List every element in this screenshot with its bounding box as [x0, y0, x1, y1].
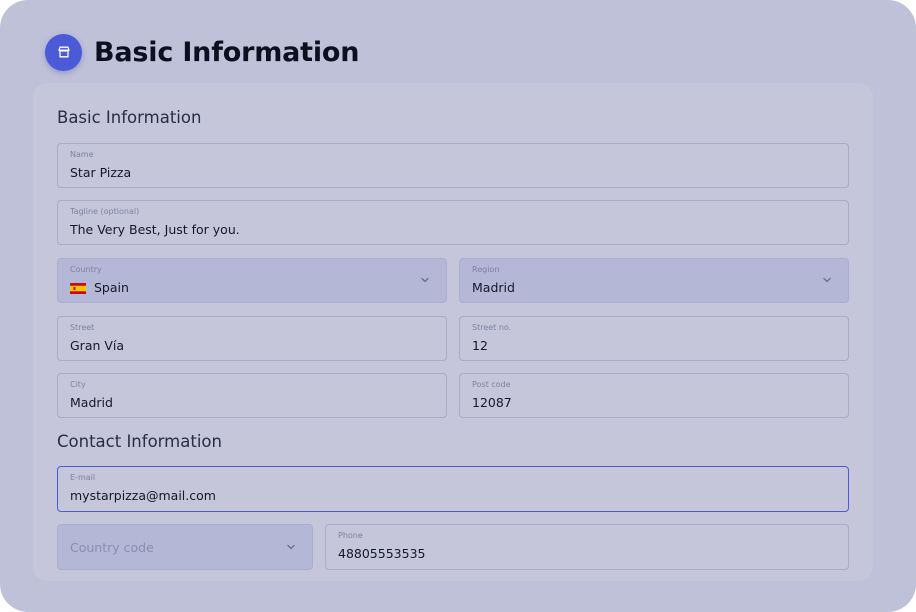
tagline-label: Tagline (optional): [70, 207, 140, 216]
app-frame: Basic Information Basic Information Name…: [0, 0, 916, 612]
country-value: Spain: [70, 280, 129, 295]
post-code-field[interactable]: Post code 12087: [459, 373, 849, 418]
post-code-value: 12087: [472, 395, 512, 410]
page-title: Basic Information: [94, 36, 360, 68]
email-label: E-mail: [70, 473, 96, 482]
country-code-select[interactable]: Country code: [57, 524, 313, 570]
city-value: Madrid: [70, 395, 113, 410]
phone-value: 48805553535: [338, 546, 426, 561]
email-value: mystarpizza@mail.com: [70, 488, 216, 503]
post-code-label: Post code: [472, 380, 511, 389]
form-card: Basic Information Name Star Pizza Taglin…: [33, 83, 873, 581]
name-field[interactable]: Name Star Pizza: [57, 143, 849, 188]
region-select[interactable]: Region Madrid: [459, 258, 849, 303]
tagline-value: The Very Best, Just for you.: [70, 222, 240, 237]
street-label: Street: [70, 323, 95, 332]
basic-info-section-title: Basic Information: [57, 108, 202, 127]
phone-field[interactable]: Phone 48805553535: [325, 524, 849, 570]
country-code-placeholder: Country code: [70, 540, 154, 555]
spain-flag-icon: [70, 282, 86, 294]
contact-info-section-title: Contact Information: [57, 432, 222, 451]
chevron-down-icon[interactable]: [420, 275, 430, 285]
street-no-label: Street no.: [472, 323, 512, 332]
chevron-down-icon[interactable]: [286, 542, 296, 552]
country-label: Country: [70, 265, 102, 274]
region-value: Madrid: [472, 280, 515, 295]
street-value: Gran Vía: [70, 338, 125, 353]
city-label: City: [70, 380, 86, 389]
name-value: Star Pizza: [70, 165, 132, 180]
page-header: Basic Information: [45, 33, 359, 71]
storefront-icon: [45, 33, 82, 71]
chevron-down-icon[interactable]: [822, 275, 832, 285]
country-select[interactable]: Country Spain: [57, 258, 447, 303]
tagline-field[interactable]: Tagline (optional) The Very Best, Just f…: [57, 200, 849, 245]
email-field[interactable]: E-mail mystarpizza@mail.com: [57, 466, 849, 512]
city-field[interactable]: City Madrid: [57, 373, 447, 418]
phone-label: Phone: [338, 531, 363, 540]
street-field[interactable]: Street Gran Vía: [57, 316, 447, 361]
name-label: Name: [70, 150, 94, 159]
street-no-field[interactable]: Street no. 12: [459, 316, 849, 361]
country-text: Spain: [94, 280, 129, 295]
region-label: Region: [472, 265, 500, 274]
street-no-value: 12: [472, 338, 488, 353]
